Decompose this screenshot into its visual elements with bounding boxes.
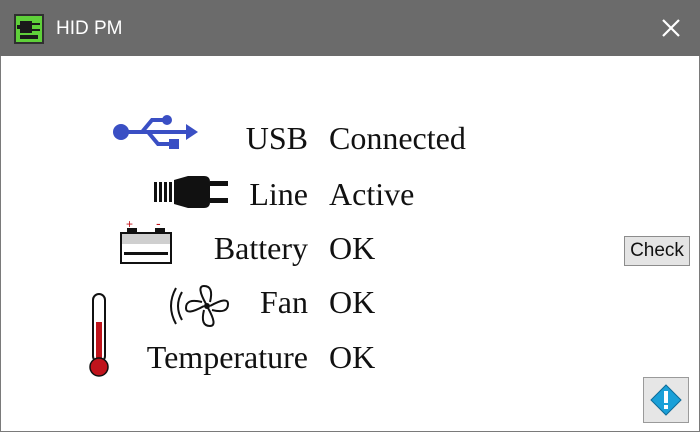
usb-status: Connected: [329, 120, 466, 156]
fan-icon: [170, 284, 230, 328]
usb-icon: [113, 115, 198, 149]
close-icon[interactable]: [654, 11, 688, 45]
usb-label: USB: [245, 120, 308, 156]
battery-status: OK: [329, 230, 376, 266]
thermometer-icon: [89, 293, 109, 377]
line-label: Line: [249, 176, 308, 212]
temperature-status: OK: [329, 339, 376, 375]
battery-label: Battery: [213, 230, 308, 266]
power-plug-icon: [154, 176, 228, 208]
info-button[interactable]: [643, 377, 689, 423]
fan-status: OK: [329, 284, 376, 320]
info-icon: [650, 384, 682, 416]
check-button[interactable]: Check: [624, 236, 690, 266]
app-icon: [14, 14, 44, 44]
temperature-label: Temperature: [146, 339, 308, 375]
title-bar[interactable]: HID PM: [0, 0, 700, 56]
battery-icon: + -: [120, 218, 172, 264]
line-status: Active: [329, 176, 415, 212]
fan-label: Fan: [260, 284, 308, 320]
window-title: HID PM: [56, 18, 123, 39]
